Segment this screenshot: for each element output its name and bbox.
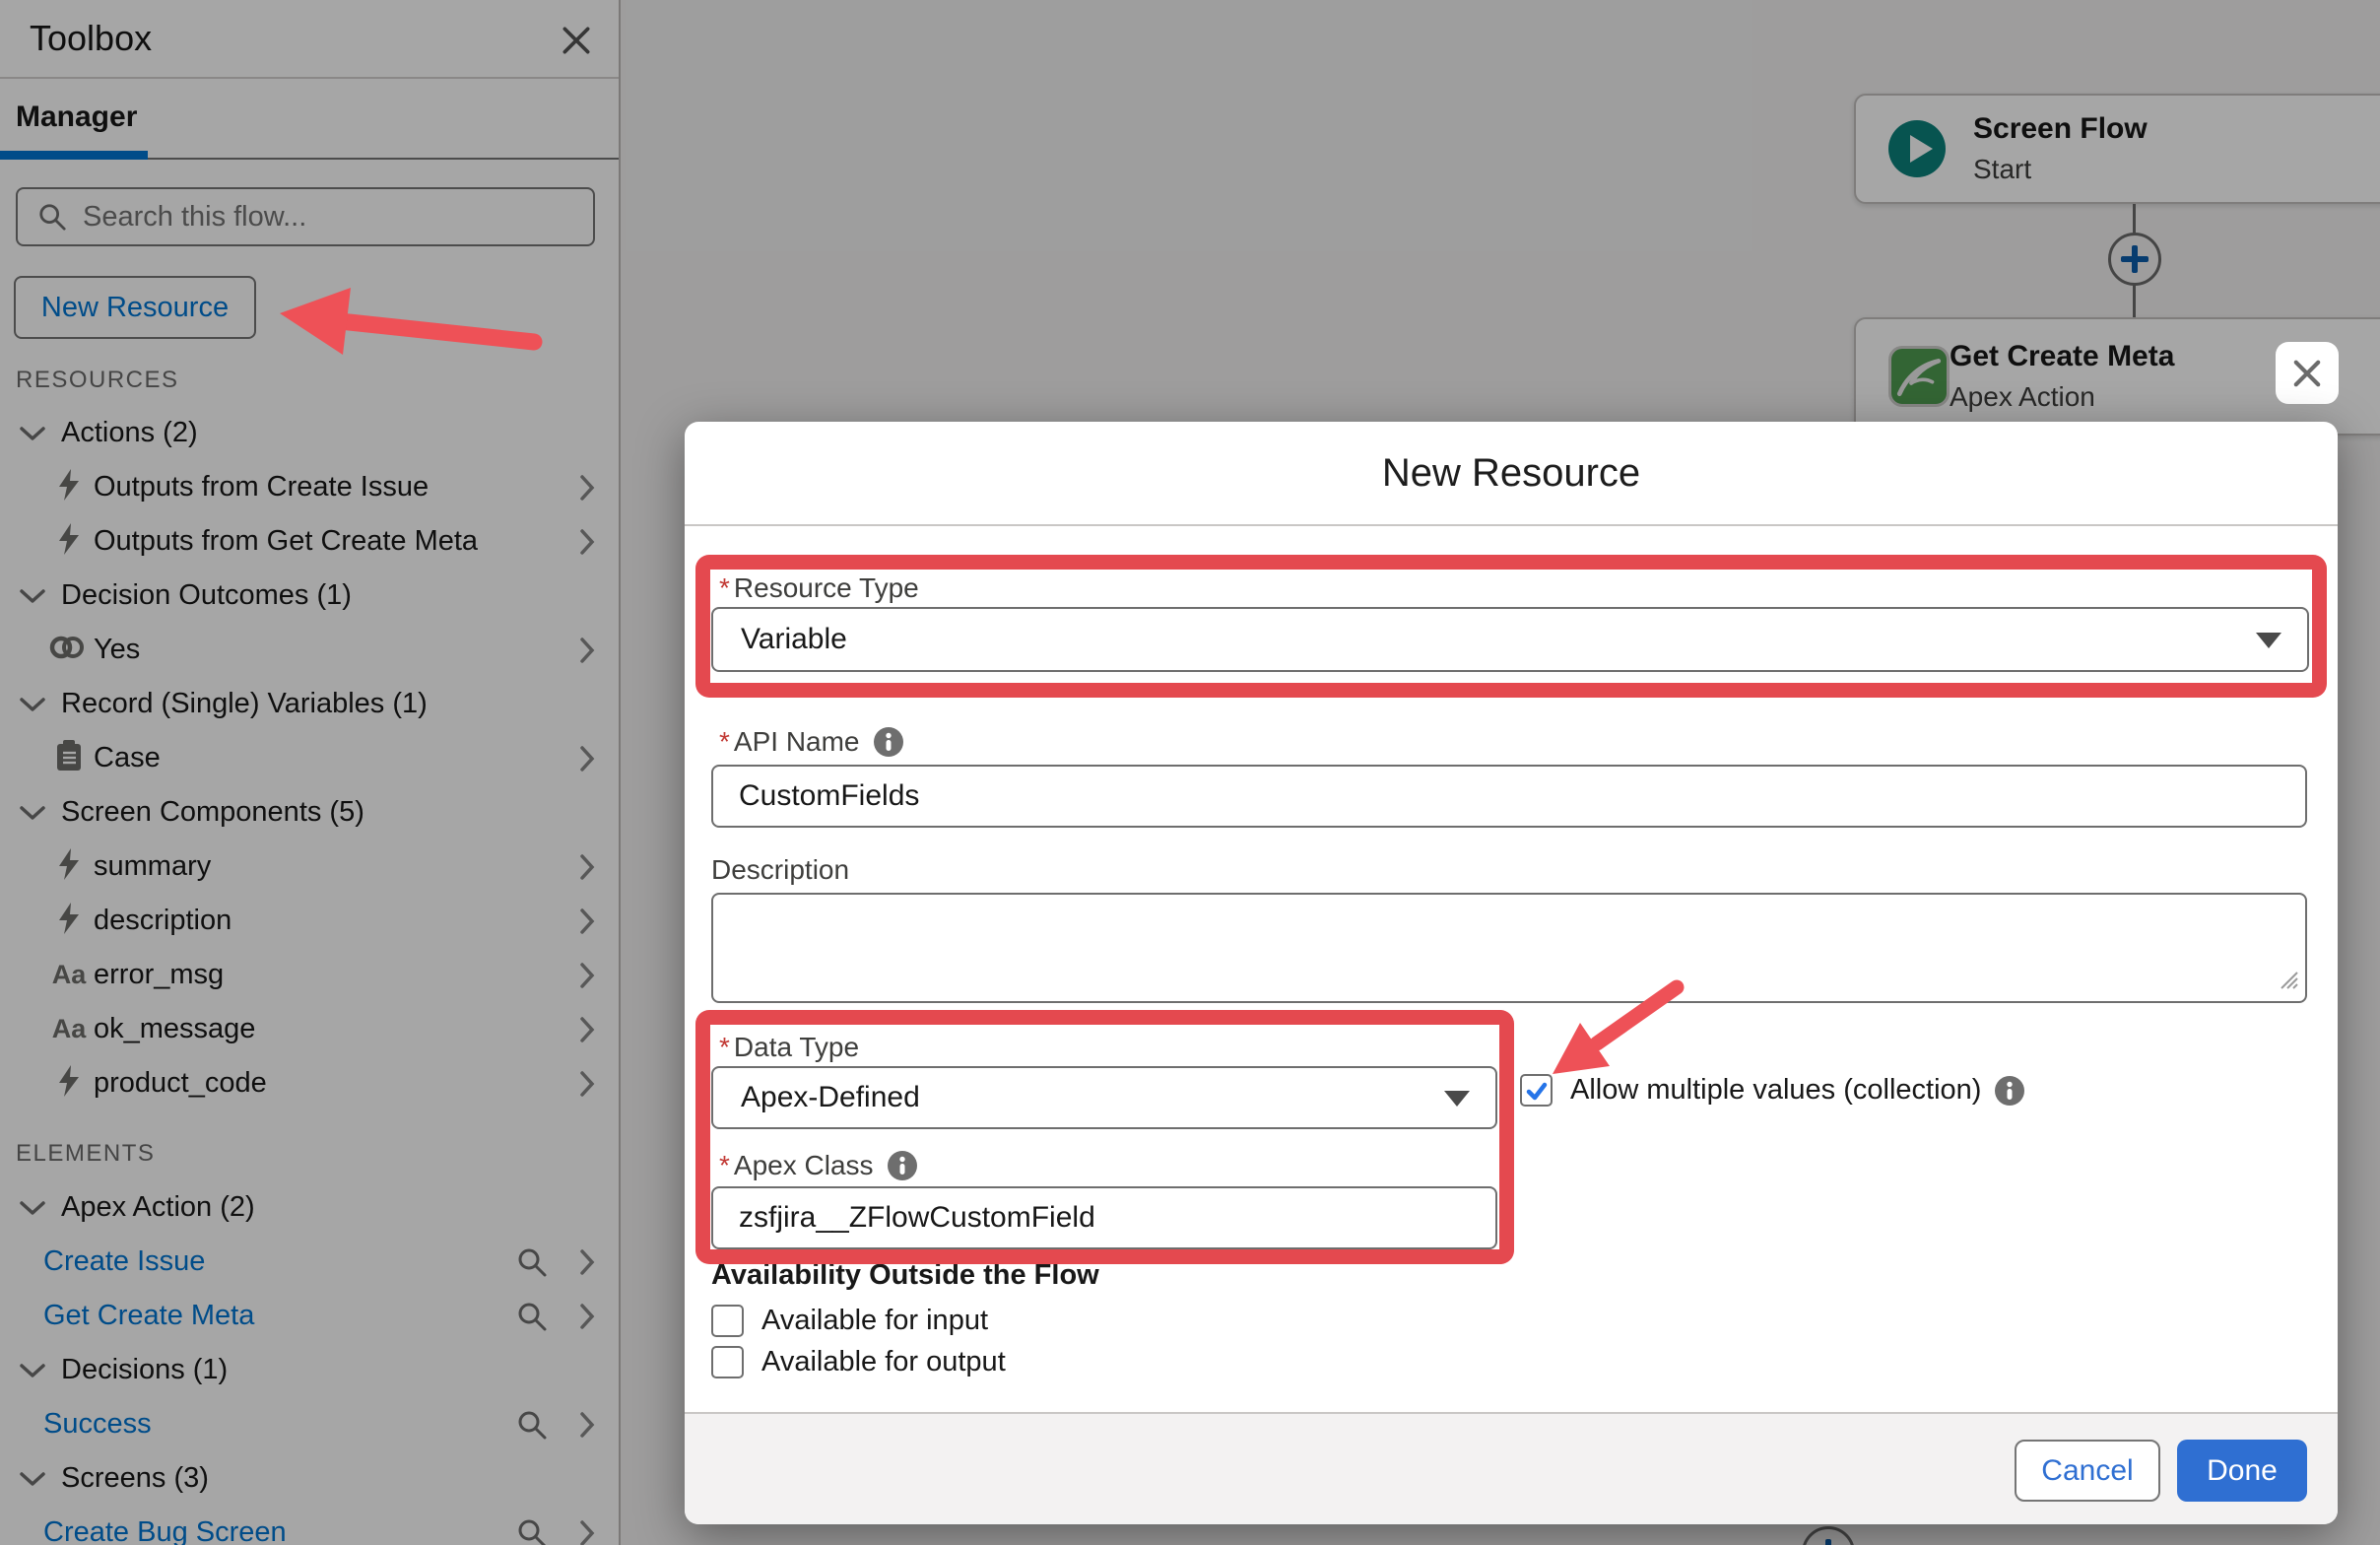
allow-multiple-row: Allow multiple values (collection) bbox=[1520, 1074, 2024, 1107]
resize-grip-icon[interactable] bbox=[2276, 967, 2299, 995]
api-name-label: * API Name bbox=[719, 725, 903, 759]
availability-heading: Availability Outside the Flow bbox=[711, 1259, 1099, 1292]
info-icon[interactable] bbox=[874, 727, 903, 757]
cancel-button[interactable]: Cancel bbox=[2015, 1440, 2160, 1502]
chevron-down-icon bbox=[1444, 1091, 1470, 1107]
data-type-label: * Data Type bbox=[719, 1031, 859, 1064]
resource-type-select[interactable]: Variable bbox=[711, 607, 2309, 672]
required-asterisk: * bbox=[719, 572, 730, 604]
info-icon[interactable] bbox=[1995, 1076, 2024, 1106]
info-icon[interactable] bbox=[888, 1151, 917, 1180]
modal-header: New Resource bbox=[685, 422, 2338, 526]
available-output-row: Available for output bbox=[711, 1346, 1006, 1378]
available-for-output-checkbox[interactable] bbox=[711, 1346, 744, 1378]
flow-builder-screen: Toolbox Manager New Resource RESOURCES A… bbox=[0, 0, 2380, 1545]
resource-type-label: * Resource Type bbox=[719, 571, 919, 605]
required-asterisk: * bbox=[719, 1150, 730, 1181]
available-for-output-label: Available for output bbox=[761, 1346, 1006, 1378]
available-for-input-checkbox[interactable] bbox=[711, 1305, 744, 1337]
available-input-row: Available for input bbox=[711, 1305, 988, 1337]
description-label: Description bbox=[711, 853, 849, 887]
allow-multiple-checkbox[interactable] bbox=[1520, 1074, 1553, 1107]
required-asterisk: * bbox=[719, 726, 730, 758]
modal-title: New Resource bbox=[1382, 451, 1640, 496]
new-resource-modal: New Resource * Resource Type Variable * … bbox=[685, 422, 2338, 1524]
required-asterisk: * bbox=[719, 1032, 730, 1063]
done-button[interactable]: Done bbox=[2177, 1440, 2307, 1502]
chevron-down-icon bbox=[2256, 633, 2281, 648]
available-for-input-label: Available for input bbox=[761, 1305, 988, 1337]
description-textarea[interactable] bbox=[711, 893, 2307, 1003]
modal-close-button[interactable] bbox=[2276, 342, 2339, 404]
data-type-value: Apex-Defined bbox=[741, 1081, 920, 1114]
api-name-input[interactable] bbox=[711, 765, 2307, 828]
apex-class-input[interactable] bbox=[711, 1186, 1497, 1249]
modal-footer: Cancel Done bbox=[685, 1412, 2338, 1524]
data-type-select[interactable]: Apex-Defined bbox=[711, 1066, 1497, 1129]
resource-type-value: Variable bbox=[741, 623, 847, 656]
apex-class-label: * Apex Class bbox=[719, 1149, 917, 1182]
allow-multiple-label: Allow multiple values (collection) bbox=[1570, 1074, 1981, 1107]
